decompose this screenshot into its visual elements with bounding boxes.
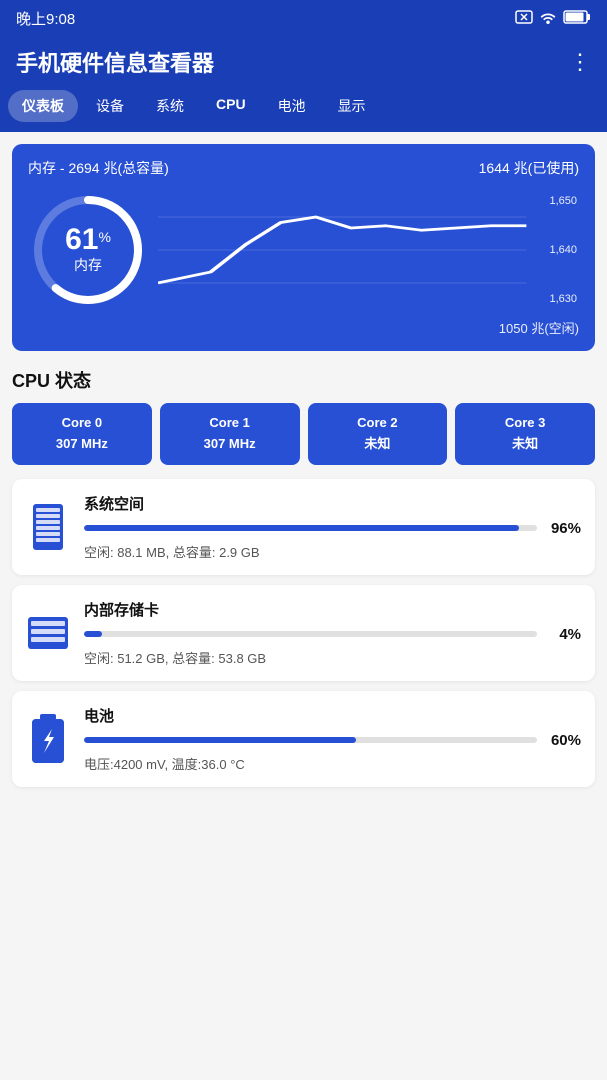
card-body-0: 系统空间 96% 空闲: 88.1 MB, 总容量: 2.9 GB <box>84 493 581 561</box>
core-1-name: Core 1 <box>166 413 294 434</box>
storage-card-1: 内部存储卡 4% 空闲: 51.2 GB, 总容量: 53.8 GB <box>12 585 595 681</box>
memory-total-label: 内存 - 2694 兆(总容量) <box>28 158 169 178</box>
core-1-speed: 307 MHz <box>166 434 294 455</box>
memory-header: 内存 - 2694 兆(总容量) 1644 兆(已使用) <box>28 158 579 178</box>
memory-chart: 1,650 1,640 1,630 <box>158 195 579 305</box>
cpu-core-0[interactable]: Core 0 307 MHz <box>12 403 152 465</box>
main-content: 内存 - 2694 兆(总容量) 1644 兆(已使用) 61 % 内存 <box>0 132 607 809</box>
circle-label: 61 % 内存 <box>65 225 111 275</box>
memory-percent-symbol: % <box>98 229 110 245</box>
tab-cpu[interactable]: CPU <box>202 90 260 122</box>
memory-circle: 61 % 内存 <box>28 190 148 310</box>
progress-bg-0 <box>84 525 537 531</box>
progress-fill-0 <box>84 525 519 531</box>
core-0-name: Core 0 <box>18 413 146 434</box>
y-label-bot: 1,630 <box>549 293 577 305</box>
progress-fill-2 <box>84 737 356 743</box>
card-bar-row-2: 60% <box>84 732 581 749</box>
progress-bg-2 <box>84 737 537 743</box>
chart-y-labels: 1,650 1,640 1,630 <box>547 195 579 305</box>
memory-footer: 1050 兆(空闲) <box>28 318 579 337</box>
y-label-top: 1,650 <box>549 195 577 207</box>
battery-icon <box>563 10 591 27</box>
memory-percent-value: 61 <box>65 225 98 255</box>
core-0-speed: 307 MHz <box>18 434 146 455</box>
card-bar-row-1: 4% <box>84 626 581 643</box>
card-body-1: 内部存储卡 4% 空闲: 51.2 GB, 总容量: 53.8 GB <box>84 599 581 667</box>
memory-card: 内存 - 2694 兆(总容量) 1644 兆(已使用) 61 % 内存 <box>12 144 595 351</box>
card-title-1: 内部存储卡 <box>84 599 581 620</box>
battery-x-icon <box>515 10 533 27</box>
memory-used-label: 1644 兆(已使用) <box>479 158 579 178</box>
storage-icon-0 <box>26 501 70 553</box>
wifi-icon <box>539 10 557 27</box>
core-2-speed: 未知 <box>314 434 442 455</box>
tab-system[interactable]: 系统 <box>142 90 198 122</box>
card-percent-1: 4% <box>545 626 581 643</box>
card-body-2: 电池 60% 电压:4200 mV, 温度:36.0 °C <box>84 705 581 773</box>
storage-icon-1 <box>26 607 70 659</box>
tab-battery[interactable]: 电池 <box>264 90 320 122</box>
card-title-2: 电池 <box>84 705 581 726</box>
battery-card-icon <box>26 713 70 765</box>
tab-dashboard[interactable]: 仪表板 <box>8 90 78 122</box>
storage-card-0: 系统空间 96% 空闲: 88.1 MB, 总容量: 2.9 GB <box>12 479 595 575</box>
app-title: 手机硬件信息查看器 <box>16 46 214 78</box>
tab-device[interactable]: 设备 <box>82 90 138 122</box>
cpu-section-title: CPU 状态 <box>12 367 595 393</box>
cpu-core-1[interactable]: Core 1 307 MHz <box>160 403 300 465</box>
memory-body: 61 % 内存 1,650 1,640 <box>28 190 579 310</box>
nav-tabs: 仪表板 设备 系统 CPU 电池 显示 <box>0 90 607 132</box>
tab-display[interactable]: 显示 <box>324 90 380 122</box>
status-bar: 晚上9:08 <box>0 0 607 36</box>
card-detail-2: 电压:4200 mV, 温度:36.0 °C <box>84 754 581 773</box>
card-percent-2: 60% <box>545 732 581 749</box>
status-time: 晚上9:08 <box>16 8 75 29</box>
memory-center-label: 内存 <box>65 255 111 275</box>
core-3-speed: 未知 <box>461 434 589 455</box>
card-detail-0: 空闲: 88.1 MB, 总容量: 2.9 GB <box>84 542 581 561</box>
progress-fill-1 <box>84 631 102 637</box>
card-bar-row-0: 96% <box>84 520 581 537</box>
cpu-cores: Core 0 307 MHz Core 1 307 MHz Core 2 未知 … <box>12 403 595 465</box>
card-percent-0: 96% <box>545 520 581 537</box>
core-3-name: Core 3 <box>461 413 589 434</box>
header: 手机硬件信息查看器 ⋮ <box>0 36 607 90</box>
cpu-core-2[interactable]: Core 2 未知 <box>308 403 448 465</box>
battery-card: 电池 60% 电压:4200 mV, 温度:36.0 °C <box>12 691 595 787</box>
more-menu-button[interactable]: ⋮ <box>569 49 591 75</box>
progress-bg-1 <box>84 631 537 637</box>
status-icons <box>515 10 591 27</box>
card-title-0: 系统空间 <box>84 493 581 514</box>
core-2-name: Core 2 <box>314 413 442 434</box>
cpu-core-3[interactable]: Core 3 未知 <box>455 403 595 465</box>
card-detail-1: 空闲: 51.2 GB, 总容量: 53.8 GB <box>84 648 581 667</box>
y-label-mid: 1,640 <box>549 244 577 256</box>
